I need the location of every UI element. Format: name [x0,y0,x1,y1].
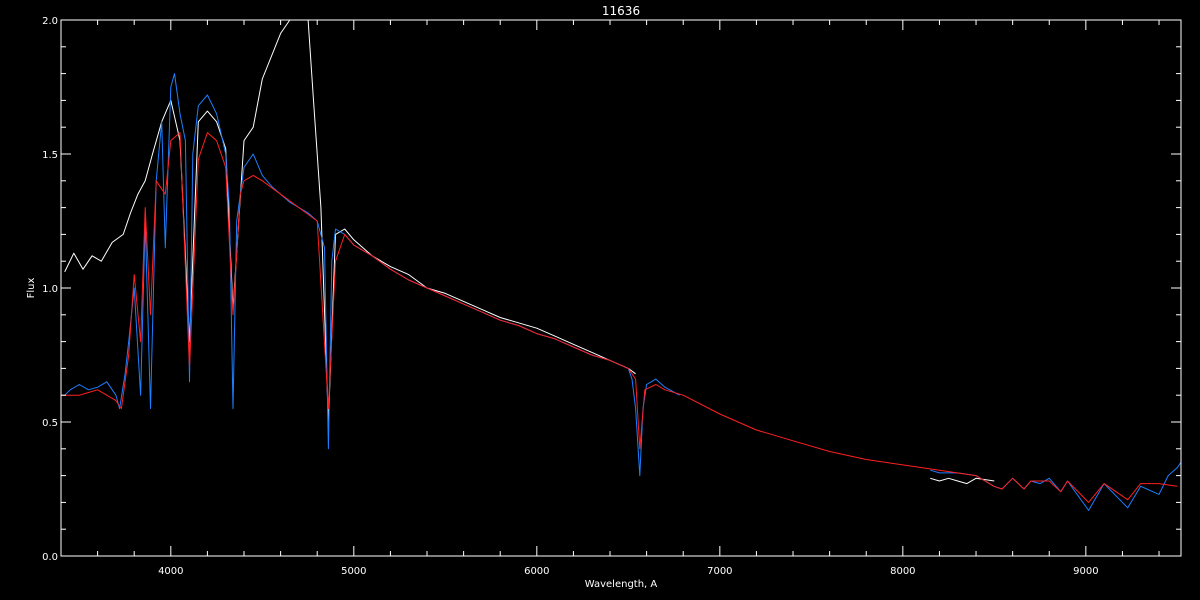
x-tick-label: 4000 [158,566,183,577]
y-tick-label: 0.0 [42,552,58,563]
chart-title: 11636 [602,4,640,18]
spectrum-plot: 4000 5000 6000 7000 8000 90000.00.51.01.52.0 … [0,0,1200,600]
x-tick-label: 7000 [707,566,732,577]
y-axis-label: Flux [26,278,37,299]
y-tick-label: 0.5 [42,418,58,429]
x-tick-label: 8000 [890,566,915,577]
y-tick-label: 1.0 [42,284,58,295]
y-tick-label: 2.0 [42,16,58,27]
x-tick-label: 5000 [341,566,366,577]
y-tick-label: 1.5 [42,150,58,161]
plot-background [0,0,1200,600]
x-tick-label: 6000 [524,566,549,577]
x-axis-label: Wavelength, A [585,579,658,590]
x-tick-label: 9000 [1073,566,1098,577]
